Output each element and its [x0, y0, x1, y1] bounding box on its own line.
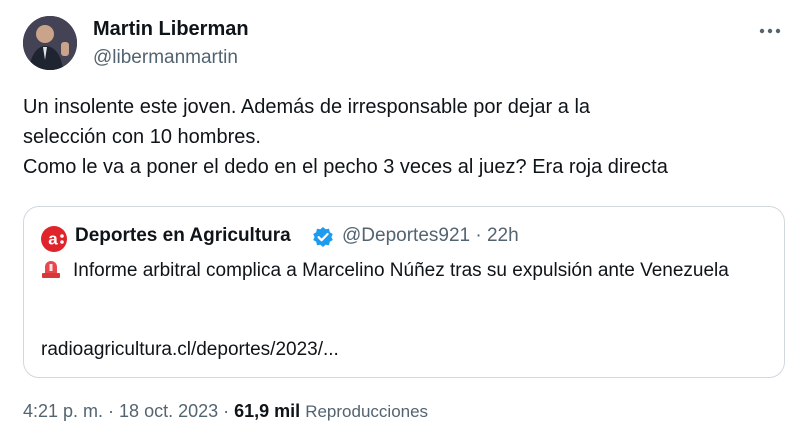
agricultura-logo-icon: a: [41, 226, 67, 252]
tweet-text: Un insolente este joven. Además de irres…: [23, 92, 788, 182]
meta-separator: ·: [218, 401, 235, 421]
quoted-tweet-card[interactable]: a Deportes en Agricultura @Deportes921 ·…: [23, 206, 785, 378]
views-count: 61,9 mil: [234, 401, 301, 421]
quoted-author-name[interactable]: Deportes en Agricultura: [75, 225, 291, 247]
quoted-link[interactable]: radioagricultura.cl/deportes/2023/...: [41, 339, 339, 361]
quoted-time[interactable]: 22h: [487, 225, 519, 246]
avatar[interactable]: [23, 16, 77, 70]
author-handle[interactable]: @libermanmartin: [93, 47, 238, 69]
more-horizontal-icon: [759, 28, 781, 34]
tweet-time[interactable]: 4:21 p. m.: [23, 401, 103, 421]
quoted-separator: ·: [470, 225, 487, 246]
author-name[interactable]: Martin Liberman: [93, 18, 249, 41]
tweet-meta: 4:21 p. m. · 18 oct. 2023 · 61,9 mil Rep…: [23, 401, 428, 422]
quoted-headline: Informe arbitral complica a Marcelino Nú…: [73, 260, 729, 281]
tweet-date[interactable]: 18 oct. 2023: [119, 401, 218, 421]
tweet-text-line: Un insolente este joven. Además de irres…: [23, 96, 591, 118]
avatar-image: [23, 16, 77, 70]
tweet: Martin Liberman @libermanmartin Un insol…: [0, 0, 800, 436]
verified-badge-icon: [313, 227, 333, 247]
quoted-author-handle[interactable]: @Deportes921: [342, 225, 470, 246]
views-label: Reproducciones: [305, 402, 429, 421]
tweet-text-line: Como le va a poner el dedo en el pecho 3…: [23, 156, 668, 178]
meta-separator: ·: [103, 401, 120, 421]
quoted-meta: @Deportes921 · 22h: [342, 225, 519, 247]
svg-text:a: a: [48, 230, 58, 249]
tweet-text-line: selección con 10 hombres.: [23, 126, 261, 148]
more-options-button[interactable]: [752, 18, 788, 44]
